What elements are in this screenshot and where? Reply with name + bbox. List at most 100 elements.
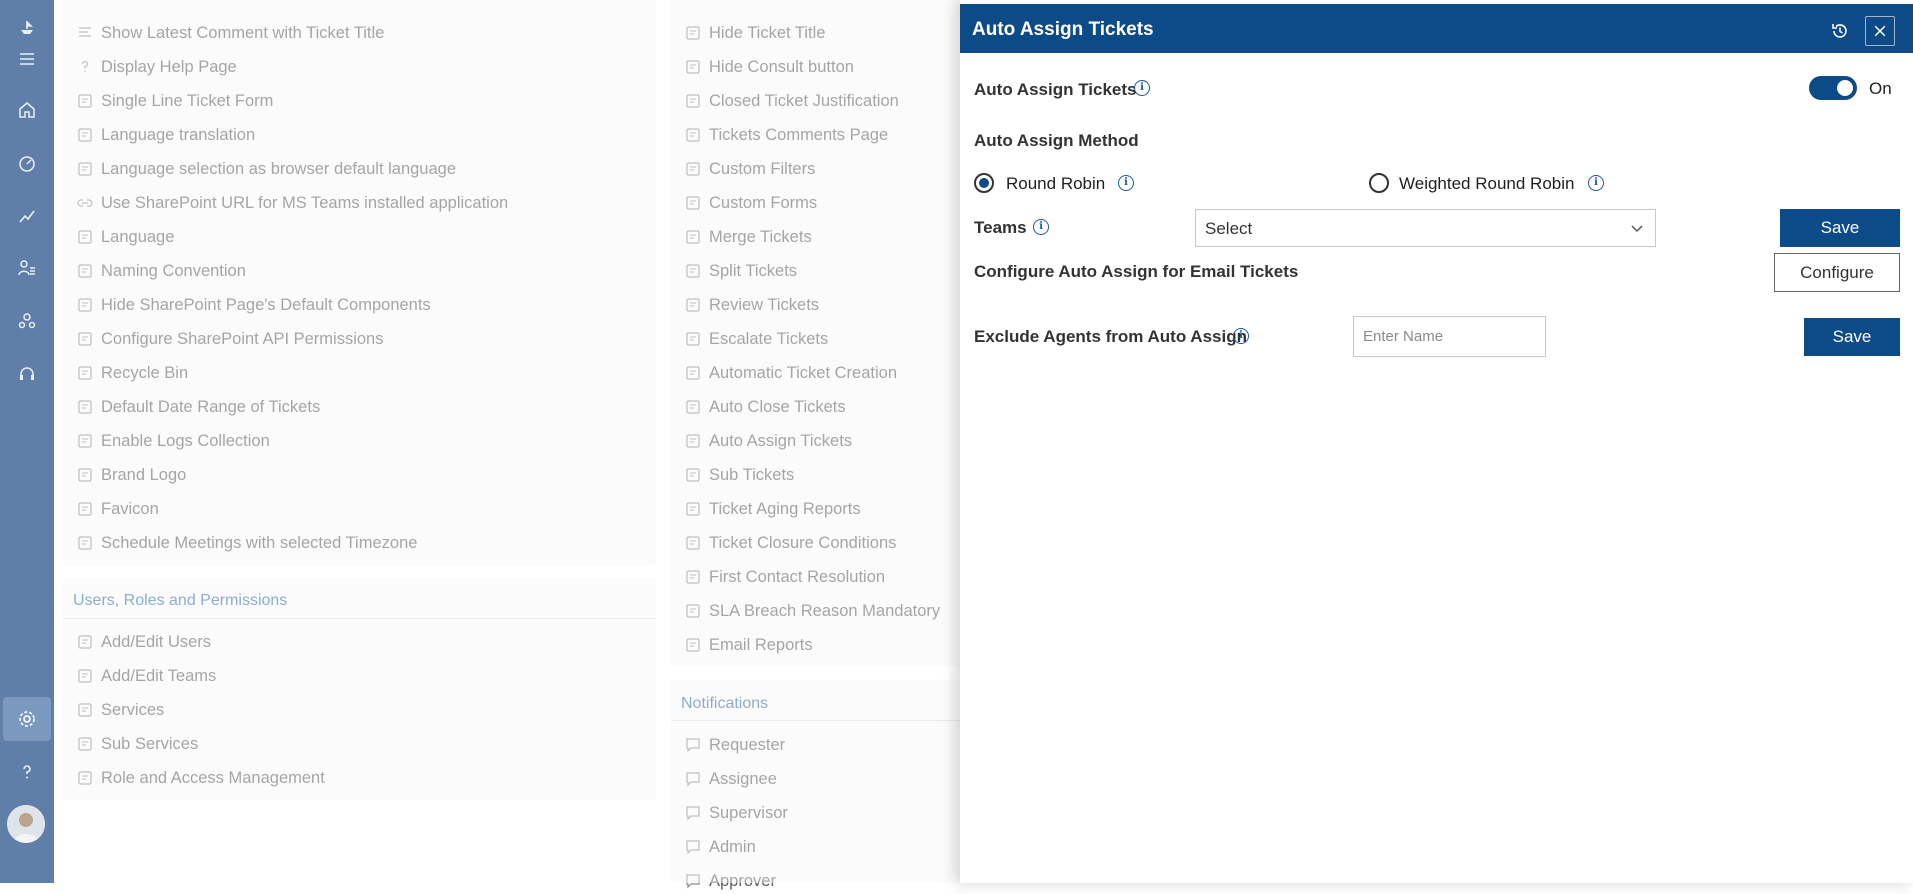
settings-link-item[interactable]: Escalate Tickets (685, 326, 828, 352)
settings-link-item[interactable]: Hide Consult button (685, 54, 854, 80)
info-icon[interactable]: i (1134, 80, 1150, 96)
split-icon (685, 263, 701, 279)
drawer-header: Auto Assign Tickets (960, 4, 1913, 53)
settings-link-item[interactable]: Services (77, 697, 164, 723)
user-avatar[interactable] (7, 805, 45, 843)
settings-link-item[interactable]: Favicon (77, 496, 159, 522)
settings-link-label: Display Help Page (101, 57, 237, 76)
settings-link-item[interactable]: Language translation (77, 122, 255, 148)
close-icon[interactable] (1865, 16, 1895, 46)
settings-link-label: Email Reports (709, 635, 813, 654)
history-icon (77, 433, 93, 449)
configure-button[interactable]: Configure (1774, 253, 1900, 292)
settings-link-item[interactable]: Add/Edit Teams (77, 663, 216, 689)
settings-link-label: Assignee (709, 769, 777, 788)
reports-chart-icon[interactable] (0, 198, 54, 234)
settings-link-label: Auto Assign Tickets (709, 431, 853, 450)
settings-link-label: Single Line Ticket Form (101, 91, 274, 110)
settings-link-label: Hide SharePoint Page's Default Component… (101, 295, 431, 314)
settings-link-label: Admin (709, 837, 756, 856)
teams-label: Teams (974, 218, 1027, 237)
history-icon[interactable] (1826, 17, 1854, 45)
settings-link-item[interactable]: First Contact Resolution (685, 564, 885, 590)
settings-link-label: Hide Consult button (709, 57, 854, 76)
settings-link-item[interactable]: Approver (685, 868, 776, 894)
settings-link-label: Supervisor (709, 803, 788, 822)
settings-link-item[interactable]: Single Line Ticket Form (77, 88, 273, 114)
radio-weighted-round-robin[interactable] (1369, 173, 1389, 193)
settings-link-item[interactable]: Auto Assign Tickets (685, 428, 852, 454)
settings-link-label: Auto Close Tickets (709, 397, 846, 416)
settings-link-item[interactable]: Schedule Meetings with selected Timezone (77, 530, 417, 556)
settings-link-item[interactable]: Add/Edit Users (77, 629, 211, 655)
settings-link-item[interactable]: Brand Logo (77, 462, 186, 488)
toggle-state-label: On (1869, 79, 1892, 98)
question-icon (77, 59, 93, 75)
settings-link-label: Requester (709, 735, 786, 754)
hamburger-menu-icon[interactable] (0, 41, 54, 77)
exclude-agents-input[interactable] (1353, 316, 1546, 357)
support-headset-icon[interactable] (0, 356, 54, 392)
settings-link-item[interactable]: Ticket Closure Conditions (685, 530, 896, 556)
settings-link-item[interactable]: Role and Access Management (77, 765, 325, 791)
home-icon[interactable] (0, 92, 54, 128)
dashboard-gauge-icon[interactable] (0, 145, 54, 181)
clipboard-icon (685, 433, 701, 449)
teams-select[interactable]: Select (1195, 209, 1656, 247)
auto-assign-label: Auto Assign Tickets (974, 80, 1137, 99)
globe-people-icon (77, 535, 93, 551)
save-exclude-button[interactable]: Save (1804, 318, 1900, 356)
save-teams-button[interactable]: Save (1780, 209, 1900, 247)
info-icon[interactable]: i (1033, 219, 1049, 235)
agents-icon[interactable] (0, 250, 54, 286)
comments-page-icon (685, 127, 701, 143)
settings-link-item[interactable]: SLA Breach Reason Mandatory (685, 598, 940, 624)
info-icon[interactable]: i (1233, 328, 1249, 344)
settings-link-item[interactable]: Language selection as browser default la… (77, 156, 456, 182)
settings-link-item[interactable]: Naming Convention (77, 258, 246, 284)
settings-link-item[interactable]: Split Tickets (685, 258, 797, 284)
ticket-settings-panel: Hide Ticket Title Hide Consult button Clos… (671, 0, 1001, 665)
settings-link-item[interactable]: Auto Close Tickets (685, 394, 846, 420)
settings-link-label: Services (101, 700, 165, 719)
settings-link-label: Split Tickets (709, 261, 798, 280)
settings-link-item[interactable]: Tickets Comments Page (685, 122, 888, 148)
info-icon[interactable]: i (1118, 175, 1134, 191)
help-question-icon[interactable] (0, 754, 54, 790)
settings-link-item[interactable]: Hide Ticket Title (685, 20, 825, 46)
settings-link-item[interactable]: Review Tickets (685, 292, 819, 318)
settings-link-item[interactable]: Requester (685, 732, 785, 758)
recycle-bin-icon (77, 365, 93, 381)
settings-link-item[interactable]: Admin (685, 834, 756, 860)
settings-link-item[interactable]: Email Reports (685, 632, 813, 658)
sub-tickets-icon (685, 467, 701, 483)
settings-link-item[interactable]: Hide SharePoint Page's Default Component… (77, 292, 431, 318)
settings-link-item[interactable]: Use SharePoint URL for MS Teams installe… (77, 190, 508, 216)
settings-gear-icon[interactable] (3, 697, 51, 741)
radio-round-robin[interactable] (974, 173, 994, 193)
link-icon (77, 195, 93, 211)
settings-link-item[interactable]: Automatic Ticket Creation (685, 360, 897, 386)
settings-link-item[interactable]: Show Latest Comment with Ticket Title (77, 20, 384, 46)
settings-link-item[interactable]: Default Date Range of Tickets (77, 394, 320, 420)
settings-link-label: Naming Convention (101, 261, 246, 280)
settings-link-label: Add/Edit Teams (101, 666, 217, 685)
settings-link-item[interactable]: Display Help Page (77, 54, 237, 80)
settings-link-item[interactable]: Sub Services (77, 731, 198, 757)
settings-link-item[interactable]: Merge Tickets (685, 224, 812, 250)
settings-link-item[interactable]: Custom Forms (685, 190, 817, 216)
round-robin-label: Round Robin (1006, 174, 1106, 193)
settings-link-item[interactable]: Closed Ticket Justification (685, 88, 899, 114)
settings-link-item[interactable]: Configure SharePoint API Permissions (77, 326, 383, 352)
auto-assign-toggle[interactable] (1809, 76, 1857, 100)
settings-link-item[interactable]: Language (77, 224, 174, 250)
settings-link-item[interactable]: Supervisor (685, 800, 788, 826)
team-network-icon[interactable] (0, 303, 54, 339)
settings-link-item[interactable]: Sub Tickets (685, 462, 794, 488)
settings-link-item[interactable]: Ticket Aging Reports (685, 496, 861, 522)
info-icon[interactable]: i (1588, 175, 1604, 191)
settings-link-item[interactable]: Assignee (685, 766, 777, 792)
settings-link-item[interactable]: Custom Filters (685, 156, 815, 182)
settings-link-item[interactable]: Enable Logs Collection (77, 428, 270, 454)
settings-link-item[interactable]: Recycle Bin (77, 360, 188, 386)
